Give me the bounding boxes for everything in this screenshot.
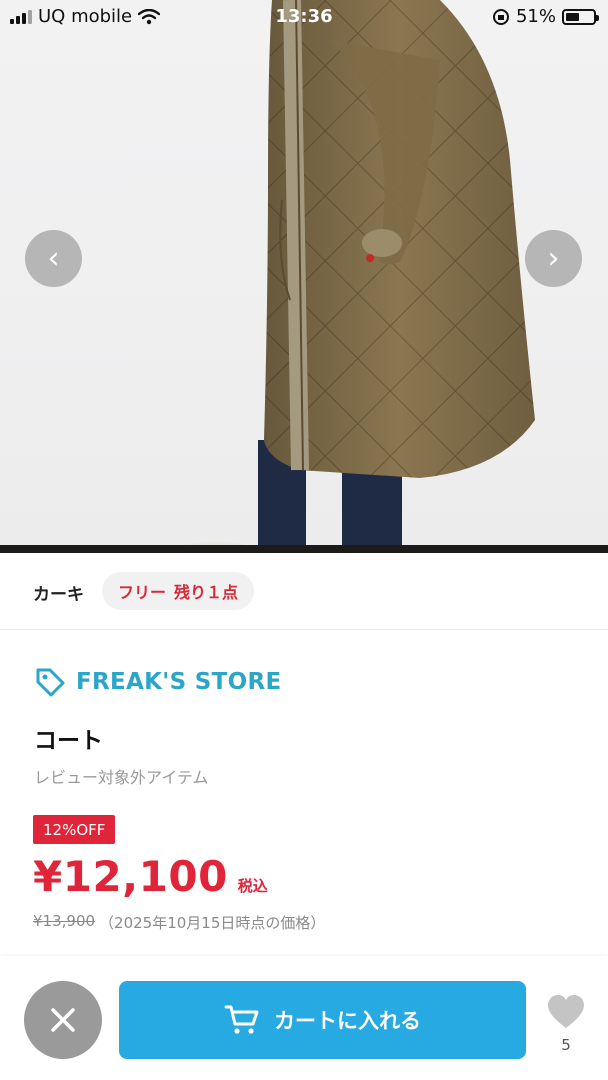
variant-row: カーキ フリー 残り１点 [0, 553, 608, 630]
orientation-lock-icon [492, 8, 509, 25]
product-image[interactable]: ‹ › [0, 0, 608, 553]
add-to-cart-button[interactable]: カートに入れる [119, 981, 526, 1059]
battery-icon [562, 8, 599, 25]
battery-level [566, 12, 579, 21]
gallery-prev-button[interactable]: ‹ [25, 230, 82, 287]
stock-label: 残り１点 [174, 583, 239, 602]
size-chip[interactable]: フリー 残り１点 [102, 572, 255, 610]
product-title: コート [34, 728, 103, 754]
status-right: 51% [492, 6, 599, 27]
chevron-left-icon: ‹ [47, 240, 60, 276]
bottom-action-bar: カートに入れる 5 [0, 956, 608, 1080]
tag-icon [36, 668, 65, 697]
gallery-next-button[interactable]: › [525, 230, 582, 287]
original-price-row: ¥13,900 （2025年10月15日時点の価格） [33, 912, 325, 933]
coat-photo [175, 0, 535, 553]
review-note: レビュー対象外アイテム [34, 768, 209, 787]
cart-icon [224, 1005, 259, 1034]
tax-label: 税込 [237, 877, 268, 895]
original-price-note: （2025年10月15日時点の価格） [99, 914, 326, 932]
price: ¥12,100 [33, 852, 228, 901]
favorite-count: 5 [561, 1036, 571, 1054]
close-icon [51, 1008, 75, 1032]
favorite-button[interactable]: 5 [541, 994, 591, 1054]
heart-icon [548, 995, 584, 1028]
battery-percent: 51% [515, 6, 556, 27]
close-button[interactable] [24, 981, 102, 1059]
status-bar: UQ mobile 13:36 51% [0, 0, 608, 34]
discount-badge: 12%OFF [33, 815, 116, 844]
chevron-right-icon: › [547, 240, 560, 276]
color-label: カーキ [33, 585, 84, 605]
original-price: ¥13,900 [33, 912, 96, 930]
brand-link[interactable]: FREAK'S STORE [34, 666, 282, 698]
add-to-cart-label: カートに入れる [274, 1009, 421, 1033]
floor-strip [0, 545, 608, 553]
price-row: ¥12,100 税込 [33, 852, 268, 901]
size-label: フリー [118, 583, 167, 602]
brand-name: FREAK'S STORE [76, 669, 282, 695]
